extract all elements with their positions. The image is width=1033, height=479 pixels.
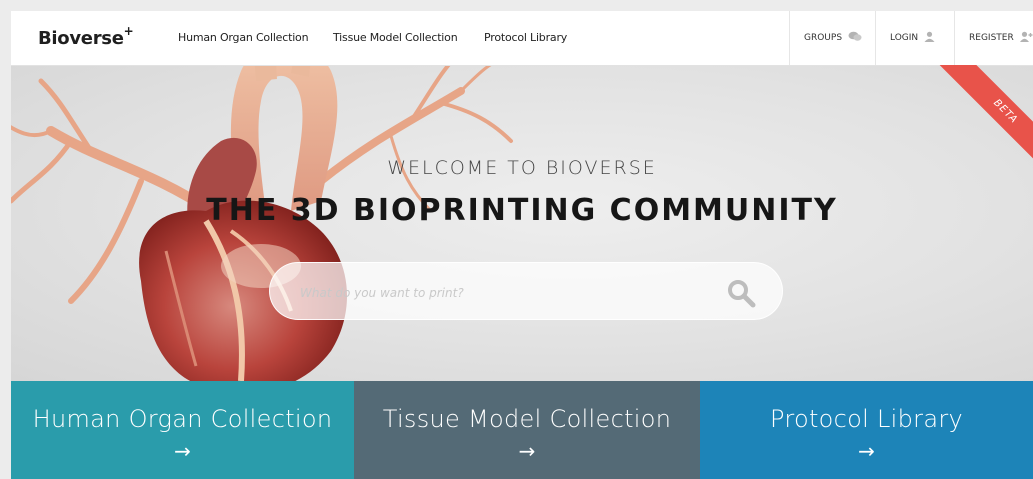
nav-tissue-model-collection[interactable]: Tissue Model Collection: [333, 31, 458, 44]
tile-label: Protocol Library: [769, 405, 964, 433]
arrow-right-icon: →: [858, 439, 875, 463]
tagline-heading: THE 3D BIOPRINTING COMMUNITY: [206, 193, 838, 228]
logo[interactable]: Bioverse+: [38, 24, 134, 49]
tile-label: Tissue Model Collection: [382, 405, 672, 433]
chat-bubbles-icon: [848, 31, 862, 45]
groups-label: GROUPS: [804, 33, 843, 43]
user-icon: [924, 31, 935, 45]
hero-banner: BETA WELCOME TO BIOVERSE THE 3D BIOPRINT…: [11, 65, 1033, 381]
page-frame: Bioverse+ Human Organ Collection Tissue …: [11, 11, 1033, 479]
search-input[interactable]: [298, 281, 702, 305]
top-navbar: Bioverse+ Human Organ Collection Tissue …: [11, 11, 1033, 66]
tile-label: Human Organ Collection: [32, 405, 333, 433]
tile-protocol-library[interactable]: Protocol Library →: [700, 381, 1033, 479]
tile-tissue-model-collection[interactable]: Tissue Model Collection →: [354, 381, 700, 479]
arrow-right-icon: →: [174, 439, 191, 463]
tile-human-organ-collection[interactable]: Human Organ Collection →: [11, 381, 354, 479]
register-button[interactable]: REGISTER: [954, 11, 1033, 65]
arrow-right-icon: →: [518, 439, 536, 463]
nav-human-organ-collection[interactable]: Human Organ Collection: [178, 31, 309, 44]
search-bar: [269, 262, 783, 320]
search-icon[interactable]: [726, 278, 756, 312]
add-user-icon: [1019, 31, 1033, 45]
collection-tiles: Human Organ Collection → Tissue Model Co…: [11, 381, 1033, 479]
nav-protocol-library[interactable]: Protocol Library: [484, 31, 567, 44]
login-button[interactable]: LOGIN: [875, 11, 954, 65]
register-label: REGISTER: [969, 33, 1014, 43]
groups-button[interactable]: GROUPS: [789, 11, 875, 65]
login-label: LOGIN: [890, 33, 919, 43]
welcome-heading: WELCOME TO BIOVERSE: [387, 157, 657, 179]
